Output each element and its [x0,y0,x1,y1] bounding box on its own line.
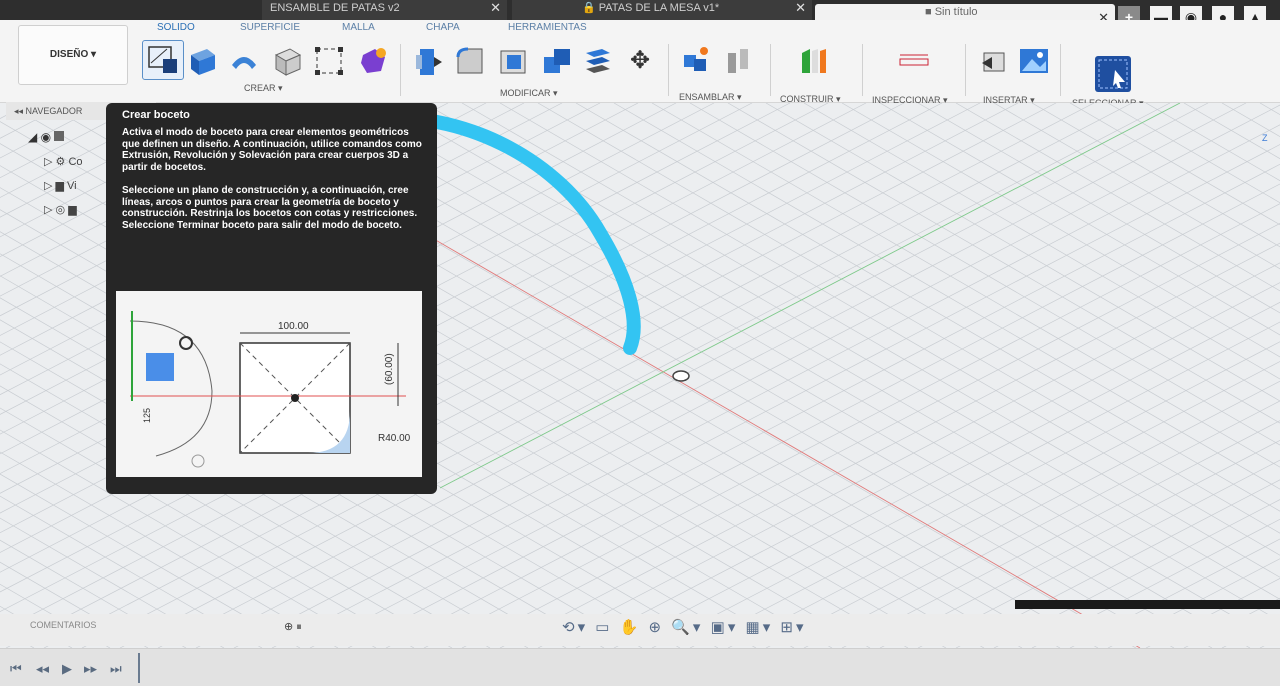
modify-group-label[interactable]: MODIFICAR ▾ [500,88,558,99]
display-settings-icon[interactable]: ▣▾ [711,619,739,636]
go-to-start-icon[interactable]: ⏮ [10,661,22,677]
offset-plane-icon[interactable] [798,45,830,77]
create-sketch-tooltip: Crear boceto Activa el modo de boceto pa… [106,103,437,494]
tab-chapa[interactable]: CHAPA [426,22,460,33]
check-icon [191,454,205,468]
step-forward-icon[interactable]: ▸▸ [84,661,97,677]
form-icon[interactable] [357,45,389,77]
lock-icon: 🔒 [582,2,596,14]
look-at-icon[interactable]: ▭ [595,619,612,636]
go-to-end-icon[interactable]: ⏭ [110,661,122,677]
grid-settings-icon[interactable]: ▦▾ [746,619,774,636]
browser-row-views[interactable]: ▷ ▆ Vi [44,179,77,192]
combine-icon[interactable] [540,45,572,77]
zoom-window-icon[interactable]: ⊕ [649,619,665,636]
tab-superficie[interactable]: SUPERFICIE [240,22,300,33]
toolbar-separator [862,44,863,96]
navigation-toolbar: ⟲▾ ▭ ✋ ⊕ 🔍▾ ▣▾ ▦▾ ⊞▾ [562,618,807,636]
z-axis-label: Z [1262,133,1268,143]
add-comment-icon[interactable]: ⊕ ⏸ [284,620,302,634]
document-tab-bar: ENSAMBLE DE PATAS v2 ✕ 🔒 PATAS DE LA MES… [0,0,1280,32]
insert-derive-icon[interactable] [978,45,1010,77]
dimension-radius: R40.00 [378,433,411,444]
sphere-tool-icon[interactable] [313,45,345,77]
timeline-bar: ⏮ ◂◂ ▶ ▸▸ ⏭ [0,648,1280,686]
measure-icon[interactable] [898,45,930,77]
ribbon-toolbar: DISEÑO ▾ SOLIDO SUPERFICIE MALLA CHAPA H… [0,20,1280,108]
offset-face-icon[interactable] [582,45,614,77]
origin-icon[interactable] [672,370,690,382]
folder-icon: ▆ [55,180,64,192]
extrude-icon[interactable] [187,45,219,77]
viewports-icon[interactable]: ⊞▾ [780,619,806,636]
toolbar-separator [400,44,401,96]
shell-icon[interactable] [497,45,529,77]
dimension-width: 100.00 [278,321,309,332]
toolbar-separator [770,44,771,96]
close-icon[interactable]: ✕ [795,0,806,16]
eye-icon[interactable]: ◉ [41,130,51,144]
toolbar-separator [1060,44,1061,96]
black-annotation-stroke [1015,600,1280,609]
orbit-icon[interactable]: ⟲▾ [562,619,588,636]
browser-row-origin[interactable]: ▷ ◎ ▆ [44,203,77,216]
timeline-marker-icon[interactable] [138,653,148,683]
tab-ensamble-de-patas[interactable]: ENSAMBLE DE PATAS v2 ✕ [262,0,507,20]
tab-patas-de-la-mesa[interactable]: 🔒 PATAS DE LA MESA v1* ✕ [512,0,812,20]
toolbar-separator [668,44,669,96]
new-component-icon[interactable] [680,45,712,77]
viewcube[interactable]: Z [1262,128,1280,180]
collapse-icon[interactable]: ◂◂ [14,106,26,116]
assemble-group-label[interactable]: ENSAMBLAR ▾ [679,92,742,103]
tooltip-illustration: 100.00 (60.00) R40.00 125 [116,291,422,477]
tab-solido[interactable]: SOLIDO [157,22,195,33]
tab-label: PATAS DE LA MESA v1* [598,2,720,14]
gear-icon: ⚙ [55,156,66,168]
dimension-height: (60.00) [384,353,395,385]
browser-row-settings[interactable]: ▷ ⚙ Co [44,155,83,168]
tooltip-title: Crear boceto [122,109,190,121]
cube-icon: ■ [925,6,932,18]
press-pull-icon[interactable] [412,45,444,77]
tab-malla[interactable]: MALLA [342,22,375,33]
tab-label: ENSAMBLE DE PATAS v2 [270,2,400,14]
zoom-icon[interactable]: 🔍▾ [671,619,703,636]
step-back-icon[interactable]: ◂◂ [36,661,49,677]
folder-icon: ▆ [68,204,77,216]
create-group-label[interactable]: CREAR ▾ [244,83,283,94]
fillet-icon[interactable] [454,45,486,77]
component-icon [54,131,65,141]
row-label: Co [68,156,83,168]
toolbar-separator [965,44,966,96]
comments-label: COMENTARIOS [30,620,97,630]
tooltip-paragraph-1: Activa el modo de boceto para crear elem… [122,127,422,173]
browser-root-row[interactable]: ◢ ◉ [28,130,65,144]
joint-icon[interactable] [722,45,754,77]
canvas-image-icon[interactable] [1018,45,1050,77]
navigator-label: NAVEGADOR [25,106,83,116]
box-icon[interactable] [272,45,304,77]
comments-bar: COMENTARIOS ⊕ ⏸ ⟲▾ ▭ ✋ ⊕ 🔍▾ ▣▾ ▦▾ ⊞▾ [0,614,1280,646]
tab-herramientas[interactable]: HERRAMIENTAS [508,22,587,33]
tooltip-paragraph-2: Seleccione un plano de construcción y, a… [122,185,418,231]
move-icon[interactable]: ✥ [624,45,656,77]
eye-icon[interactable]: ◎ [56,204,66,216]
select-icon[interactable] [1095,56,1131,92]
create-sketch-icon[interactable] [142,40,184,80]
tab-label: Sin título [934,6,978,18]
revolve-icon[interactable] [228,45,260,77]
workspace-switcher-button[interactable]: DISEÑO ▾ [18,25,128,85]
pan-icon[interactable]: ✋ [620,619,642,636]
close-icon[interactable]: ✕ [490,0,501,16]
row-label: Vi [67,180,77,192]
dimension-side: 125 [142,408,152,423]
play-icon[interactable]: ▶ [62,661,72,677]
